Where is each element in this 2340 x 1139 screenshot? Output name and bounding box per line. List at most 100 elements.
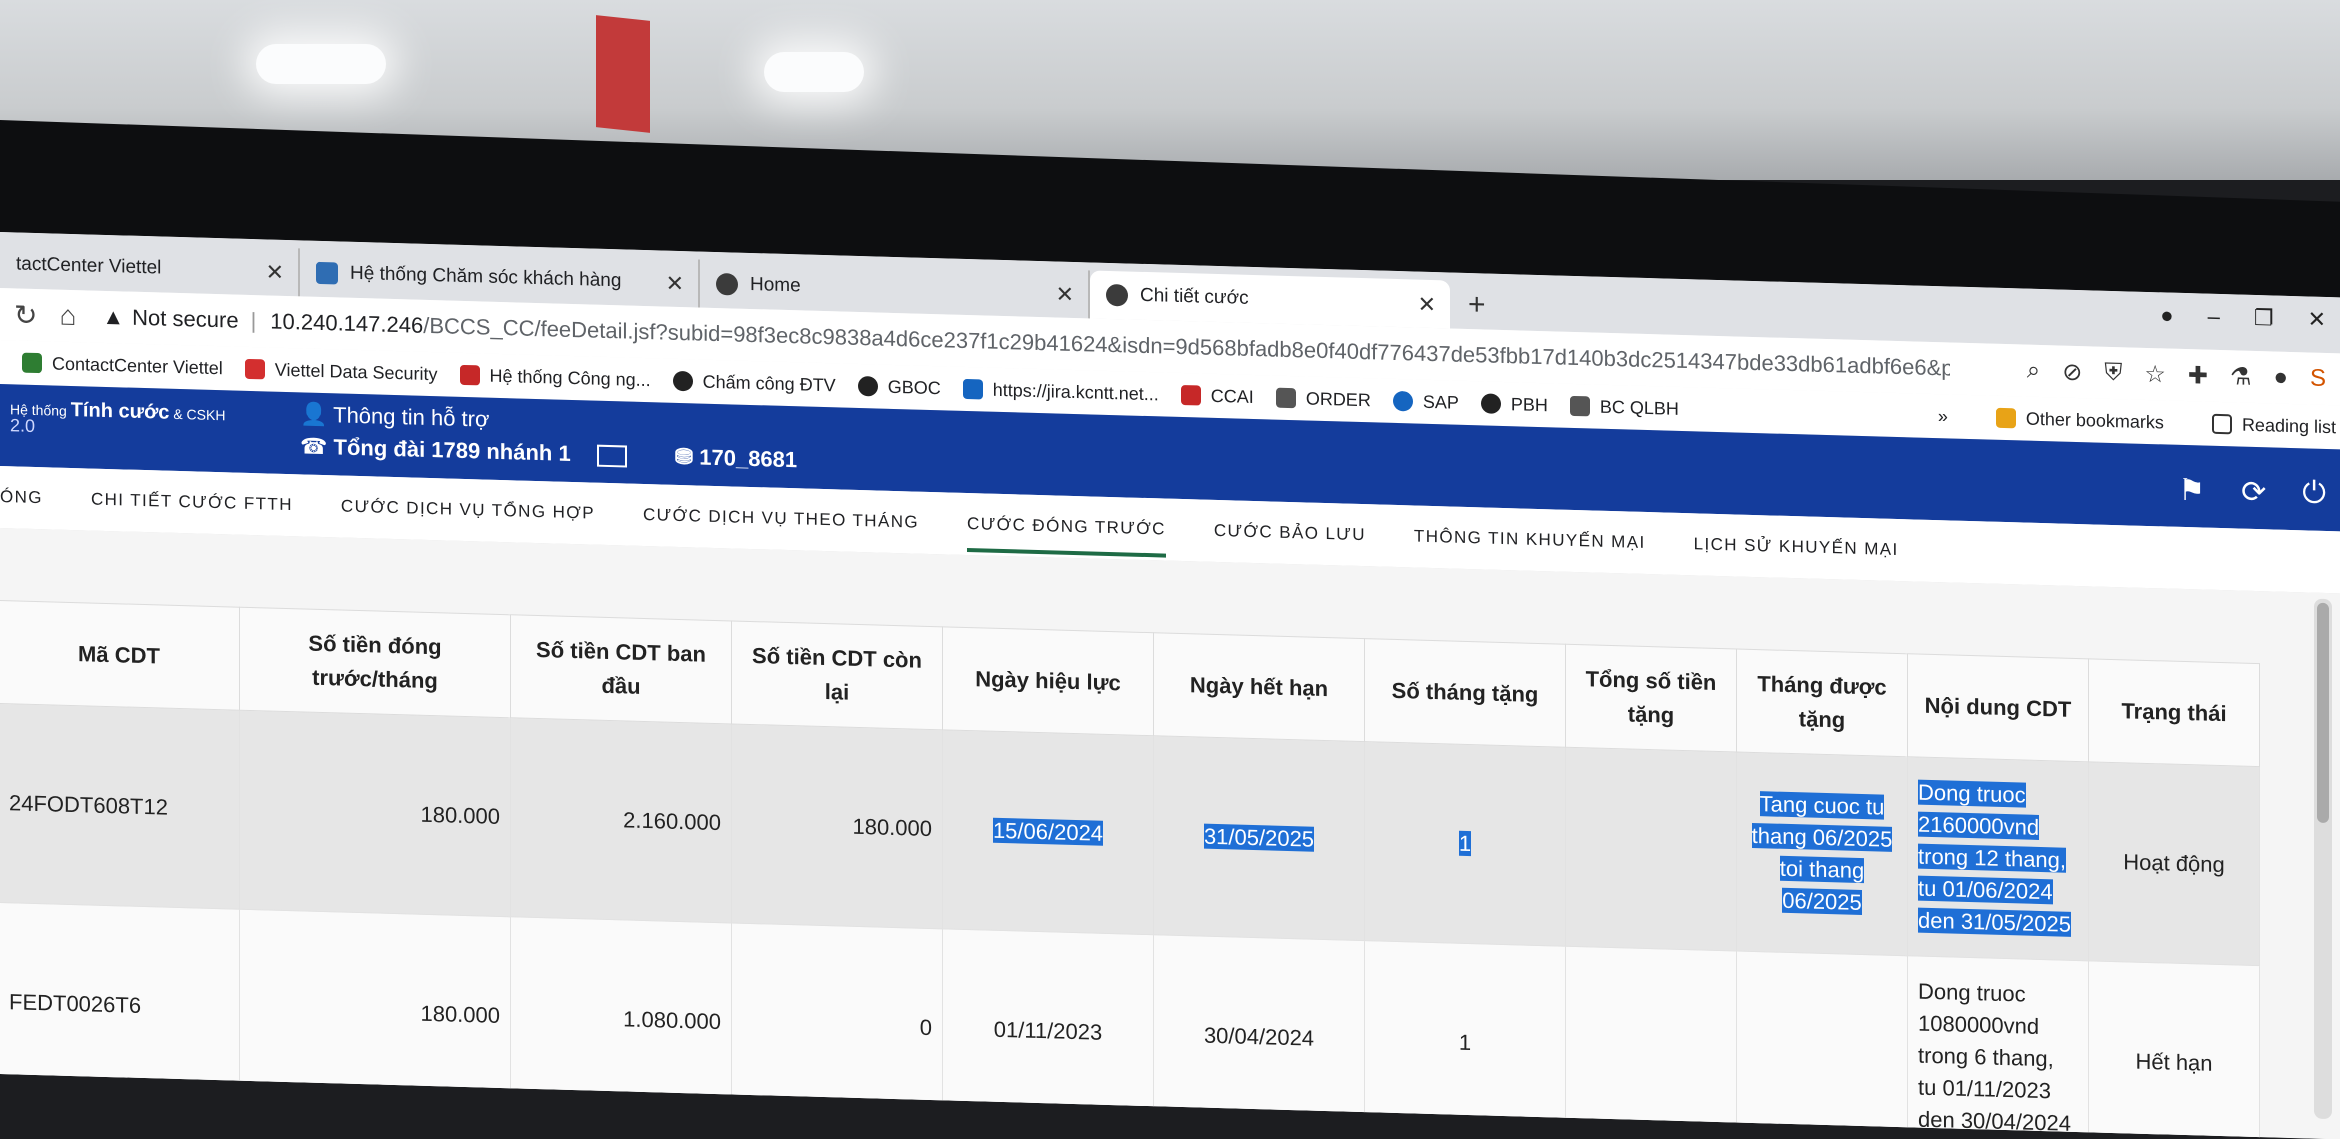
col-header: Số tháng tặng	[1364, 638, 1566, 748]
content-area: Mã CDT Số tiền đóng trước/tháng Số tiền …	[0, 528, 2340, 1139]
brand-title: Tính cước	[70, 398, 170, 424]
cell-thang-duoc-tang	[1736, 951, 1908, 1139]
bookmark-item[interactable]: GBOC	[857, 375, 941, 398]
reading-list[interactable]: Reading list	[2211, 413, 2336, 437]
cell-ngay-het-han: 30/04/2024	[1153, 934, 1365, 1139]
selected-text: 31/05/2025	[1203, 823, 1315, 852]
flask-icon[interactable]: ⚗	[2230, 362, 2252, 392]
bookmark-label: ContactCenter Viettel	[52, 352, 223, 378]
globe-icon	[857, 375, 878, 397]
not-secure-label[interactable]: Not secure	[132, 305, 238, 334]
restore-icon[interactable]: ❐	[2254, 305, 2274, 332]
menu-item-cuoc-dich-vu-theo-thang[interactable]: CƯỚC DỊCH VỤ THEO THÁNG	[643, 487, 919, 551]
menu-item[interactable]: ÓNG	[0, 469, 43, 526]
star-icon[interactable]: ☆	[2144, 359, 2166, 389]
cell-tien-con-lai: 0	[731, 922, 943, 1128]
selected-text: Dong truoc 2160000vnd trong 12 thang, tu…	[1918, 779, 2071, 937]
col-header: Số tiền đóng trước/tháng	[239, 607, 511, 718]
block-icon[interactable]: ⊘	[2062, 357, 2082, 387]
bookmark-label: https://jira.kcntt.net...	[992, 379, 1159, 404]
profile-dot-icon[interactable]: ●	[2160, 302, 2173, 328]
shield-icon[interactable]: ⛨	[2104, 358, 2122, 388]
close-icon[interactable]: ✕	[666, 271, 684, 298]
bookmark-item[interactable]: CCAI	[1180, 384, 1254, 407]
cell-trang-thai: Hoạt động	[2088, 761, 2260, 966]
bookmark-label: Hệ thống Công ng...	[489, 365, 651, 390]
phone-icon: ☎	[300, 433, 328, 460]
bookmark-item[interactable]: BC QLBH	[1569, 395, 1679, 419]
bookmark-label: ORDER	[1305, 387, 1371, 410]
bookmark-item[interactable]: Hệ thống Công ng...	[459, 364, 651, 390]
support-title: Thông tin hỗ trợ	[333, 402, 490, 432]
ceiling-light	[256, 44, 386, 84]
home-icon[interactable]: ⌂	[59, 299, 76, 332]
s-logo-icon	[1275, 387, 1296, 409]
close-icon[interactable]: ✕	[266, 259, 284, 286]
wall-sign	[596, 15, 650, 133]
bookmark-item[interactable]: Chấm công ĐTV	[672, 370, 836, 396]
close-window-icon[interactable]: ✕	[2308, 306, 2326, 333]
zoom-icon[interactable]: ⌕	[2027, 356, 2040, 385]
agent-code-text: 170_8681	[699, 444, 798, 473]
support-info: 👤 Thông tin hỗ trợ ☎ Tổng đài 1789 nhánh…	[300, 398, 797, 476]
extension-s-icon[interactable]: S	[2310, 364, 2326, 393]
bookmark-item[interactable]: Viettel Data Security	[244, 358, 438, 384]
refresh-icon[interactable]: ⟳	[2241, 475, 2266, 511]
close-icon[interactable]: ✕	[1056, 281, 1074, 308]
warning-icon[interactable]: ▲	[102, 304, 124, 331]
vertical-scrollbar[interactable]	[2314, 598, 2332, 1120]
cell-ma-cdt: FEDT0026T6	[0, 902, 240, 1109]
cell-ngay-hieu-luc: 15/06/2024	[942, 729, 1154, 935]
reload-icon[interactable]: ↻	[14, 298, 37, 332]
reading-list-icon	[2211, 413, 2232, 435]
bookmark-label: SAP	[1422, 391, 1459, 413]
prepaid-table: Mã CDT Số tiền đóng trước/tháng Số tiền …	[0, 600, 2260, 1139]
cell-ma-cdt: 24FODT608T12	[0, 703, 240, 910]
window-controls: ● – ❐ ✕	[2160, 302, 2340, 333]
cell-trang-thai: Hết hạn	[2088, 960, 2260, 1139]
cell-ngay-het-han: 31/05/2025	[1153, 735, 1365, 941]
extensions-icon[interactable]: ✚	[2188, 361, 2208, 391]
power-icon[interactable]: ⏻	[2302, 476, 2326, 512]
more-bookmarks-button[interactable]: »	[1938, 406, 1948, 427]
url-divider: |	[250, 307, 257, 334]
bookmark-item[interactable]: ORDER	[1275, 387, 1371, 411]
bookmark-item[interactable]: https://jira.kcntt.net...	[962, 378, 1159, 404]
menu-item-thong-tin-khuyen-mai[interactable]: THÔNG TIN KHUYẾN MẠI	[1414, 508, 1646, 570]
selected-text: 15/06/2024	[992, 817, 1104, 846]
bookmark-item[interactable]: PBH	[1480, 393, 1548, 416]
other-bookmarks[interactable]: Other bookmarks	[1995, 407, 2164, 433]
menu-item-cuoc-dong-truoc[interactable]: CƯỚC ĐÓNG TRƯỚC	[967, 496, 1166, 558]
col-header: Tổng số tiền tặng	[1565, 644, 1737, 753]
menu-item-chi-tiet-cuoc-ftth[interactable]: CHI TIẾT CƯỚC FTTH	[91, 472, 293, 534]
bookmark-item[interactable]: ContactCenter Viettel	[22, 352, 223, 379]
globe-icon	[672, 370, 693, 392]
monitor-screen: tactCenter Viettel ✕ Hệ thống Chăm sóc k…	[0, 232, 2340, 1139]
hotline: Tổng đài 1789 nhánh 1	[333, 434, 571, 466]
minimize-icon[interactable]: –	[2208, 304, 2220, 330]
url-host: 10.240.147.246	[270, 308, 424, 338]
cell-tien-thang: 180.000	[239, 710, 511, 917]
profile-icon[interactable]: ●	[2273, 363, 2288, 392]
bookmark-item[interactable]: SAP	[1392, 390, 1459, 413]
browser-tab[interactable]: tactCenter Viettel ✕	[0, 240, 300, 297]
menu-item-cuoc-bao-luu[interactable]: CƯỚC BẢO LƯU	[1214, 503, 1366, 563]
cube-icon	[316, 261, 338, 285]
agent-code: ⛃ 170_8681	[675, 444, 797, 472]
ceiling-light	[764, 52, 864, 92]
tab-title: Home	[750, 273, 801, 297]
cell-so-thang-tang: 1	[1364, 741, 1566, 947]
bookmark-label: CCAI	[1210, 385, 1254, 407]
app-brand[interactable]: Hệ thống Tính cước & CSKH 2.0	[10, 398, 225, 439]
menu-item-cuoc-dich-vu-tong-hop[interactable]: CƯỚC DỊCH VỤ TỔNG HỢP	[341, 479, 595, 542]
menu-item-lich-su-khuyen-mai[interactable]: LỊCH SỬ KHUYẾN MẠI	[1694, 516, 1899, 578]
scrollbar-thumb[interactable]	[2317, 602, 2329, 824]
new-tab-button[interactable]: +	[1450, 281, 1504, 330]
cell-tong-tien-tang	[1565, 747, 1737, 952]
flag-icon[interactable]: ⚑	[2178, 473, 2205, 509]
close-icon[interactable]: ✕	[1418, 292, 1436, 319]
cell-thang-duoc-tang: Tang cuoc tu thang 06/2025 toi thang 06/…	[1736, 752, 1908, 956]
other-bookmarks-label: Other bookmarks	[2025, 408, 2164, 432]
mail-icon[interactable]	[596, 444, 627, 468]
bookmark-label: Viettel Data Security	[274, 359, 438, 384]
